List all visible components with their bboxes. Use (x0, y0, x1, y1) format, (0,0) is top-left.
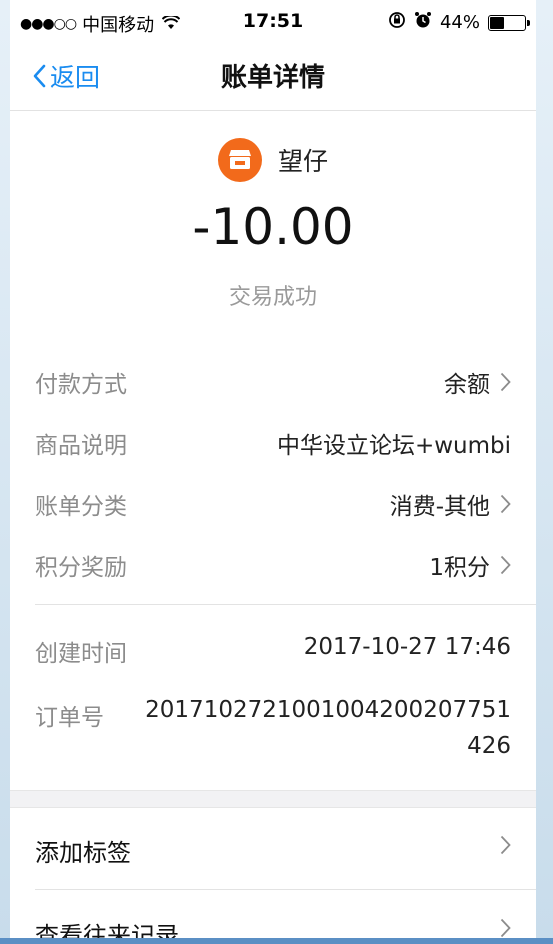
phone-screen: ●●●○○ 中国移动 17:51 44% 返回 账单详情 望仔 -10.00 交… (10, 0, 536, 938)
nav-bar: 返回 账单详情 (10, 44, 536, 111)
chevron-right-icon (500, 494, 511, 514)
transaction-status: 交易成功 (228, 285, 317, 310)
transaction-amount: -10.00 (192, 198, 354, 256)
page-title: 账单详情 (220, 63, 325, 93)
action-divider (35, 889, 536, 890)
status-bar: ●●●○○ 中国移动 17:51 44% (10, 0, 536, 44)
chevron-right-icon (500, 372, 511, 392)
order-number-value[interactable]: 2017102721001004200207751426 (141, 692, 511, 764)
window-frame-bottom (0, 938, 553, 944)
chevron-right-icon (500, 918, 511, 938)
detail-label: 付款方式 (35, 372, 127, 398)
orientation-lock-icon (388, 11, 406, 34)
section-divider (35, 604, 536, 605)
detail-label: 商品说明 (35, 433, 127, 459)
view-history-label: 查看往来记录 (35, 922, 179, 938)
detail-label: 账单分类 (35, 494, 127, 520)
alarm-icon (414, 11, 432, 34)
add-tag-row[interactable]: 添加标签 (35, 833, 511, 868)
battery-percent: 44% (439, 12, 480, 33)
battery-icon (488, 14, 530, 31)
detail-label: 积分奖励 (35, 555, 127, 581)
detail-value: 中华设立论坛+wumbi (276, 433, 511, 459)
merchant-header: 望仔 (10, 138, 536, 182)
window-frame-right (536, 0, 553, 944)
chevron-right-icon (500, 835, 511, 855)
merchant-name: 望仔 (277, 147, 328, 176)
detail-value: 1积分 (429, 555, 490, 581)
created-time-label: 创建时间 (35, 641, 127, 667)
order-number-label: 订单号 (35, 705, 104, 731)
add-tag-label: 添加标签 (35, 839, 131, 867)
view-history-row[interactable]: 查看往来记录 (35, 916, 511, 938)
section-separator (10, 790, 536, 808)
created-time-value: 2017-10-27 17:46 (303, 634, 511, 660)
shop-icon (217, 138, 262, 182)
window-frame-left (0, 0, 10, 944)
detail-value: 余额 (444, 372, 490, 398)
detail-value: 消费-其他 (389, 494, 490, 520)
chevron-right-icon (500, 555, 511, 575)
